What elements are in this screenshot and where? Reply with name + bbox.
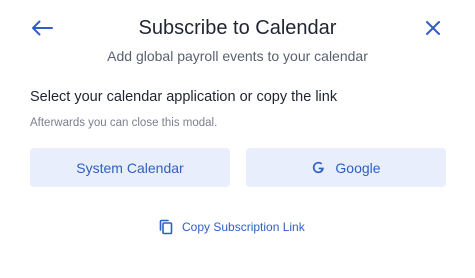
- close-button[interactable]: [422, 17, 444, 39]
- subscribe-calendar-modal: Subscribe to Calendar Add global payroll…: [0, 0, 475, 278]
- copy-link-label: Copy Subscription Link: [182, 220, 305, 234]
- system-calendar-button[interactable]: System Calendar: [30, 148, 230, 187]
- google-calendar-button[interactable]: Google: [246, 148, 446, 187]
- google-g-icon: [311, 161, 325, 175]
- system-calendar-label: System Calendar: [76, 159, 184, 176]
- copy-subscription-link[interactable]: Copy Subscription Link: [158, 217, 305, 237]
- instruction-text: Select your calendar application or copy…: [30, 89, 338, 105]
- google-label: Google: [335, 159, 381, 176]
- copy-icon: [158, 219, 174, 235]
- hint-text: Afterwards you can close this modal.: [30, 117, 218, 129]
- close-icon: [426, 21, 440, 35]
- modal-title: Subscribe to Calendar: [138, 17, 337, 39]
- modal-subtitle: Add global payroll events to your calend…: [107, 48, 368, 64]
